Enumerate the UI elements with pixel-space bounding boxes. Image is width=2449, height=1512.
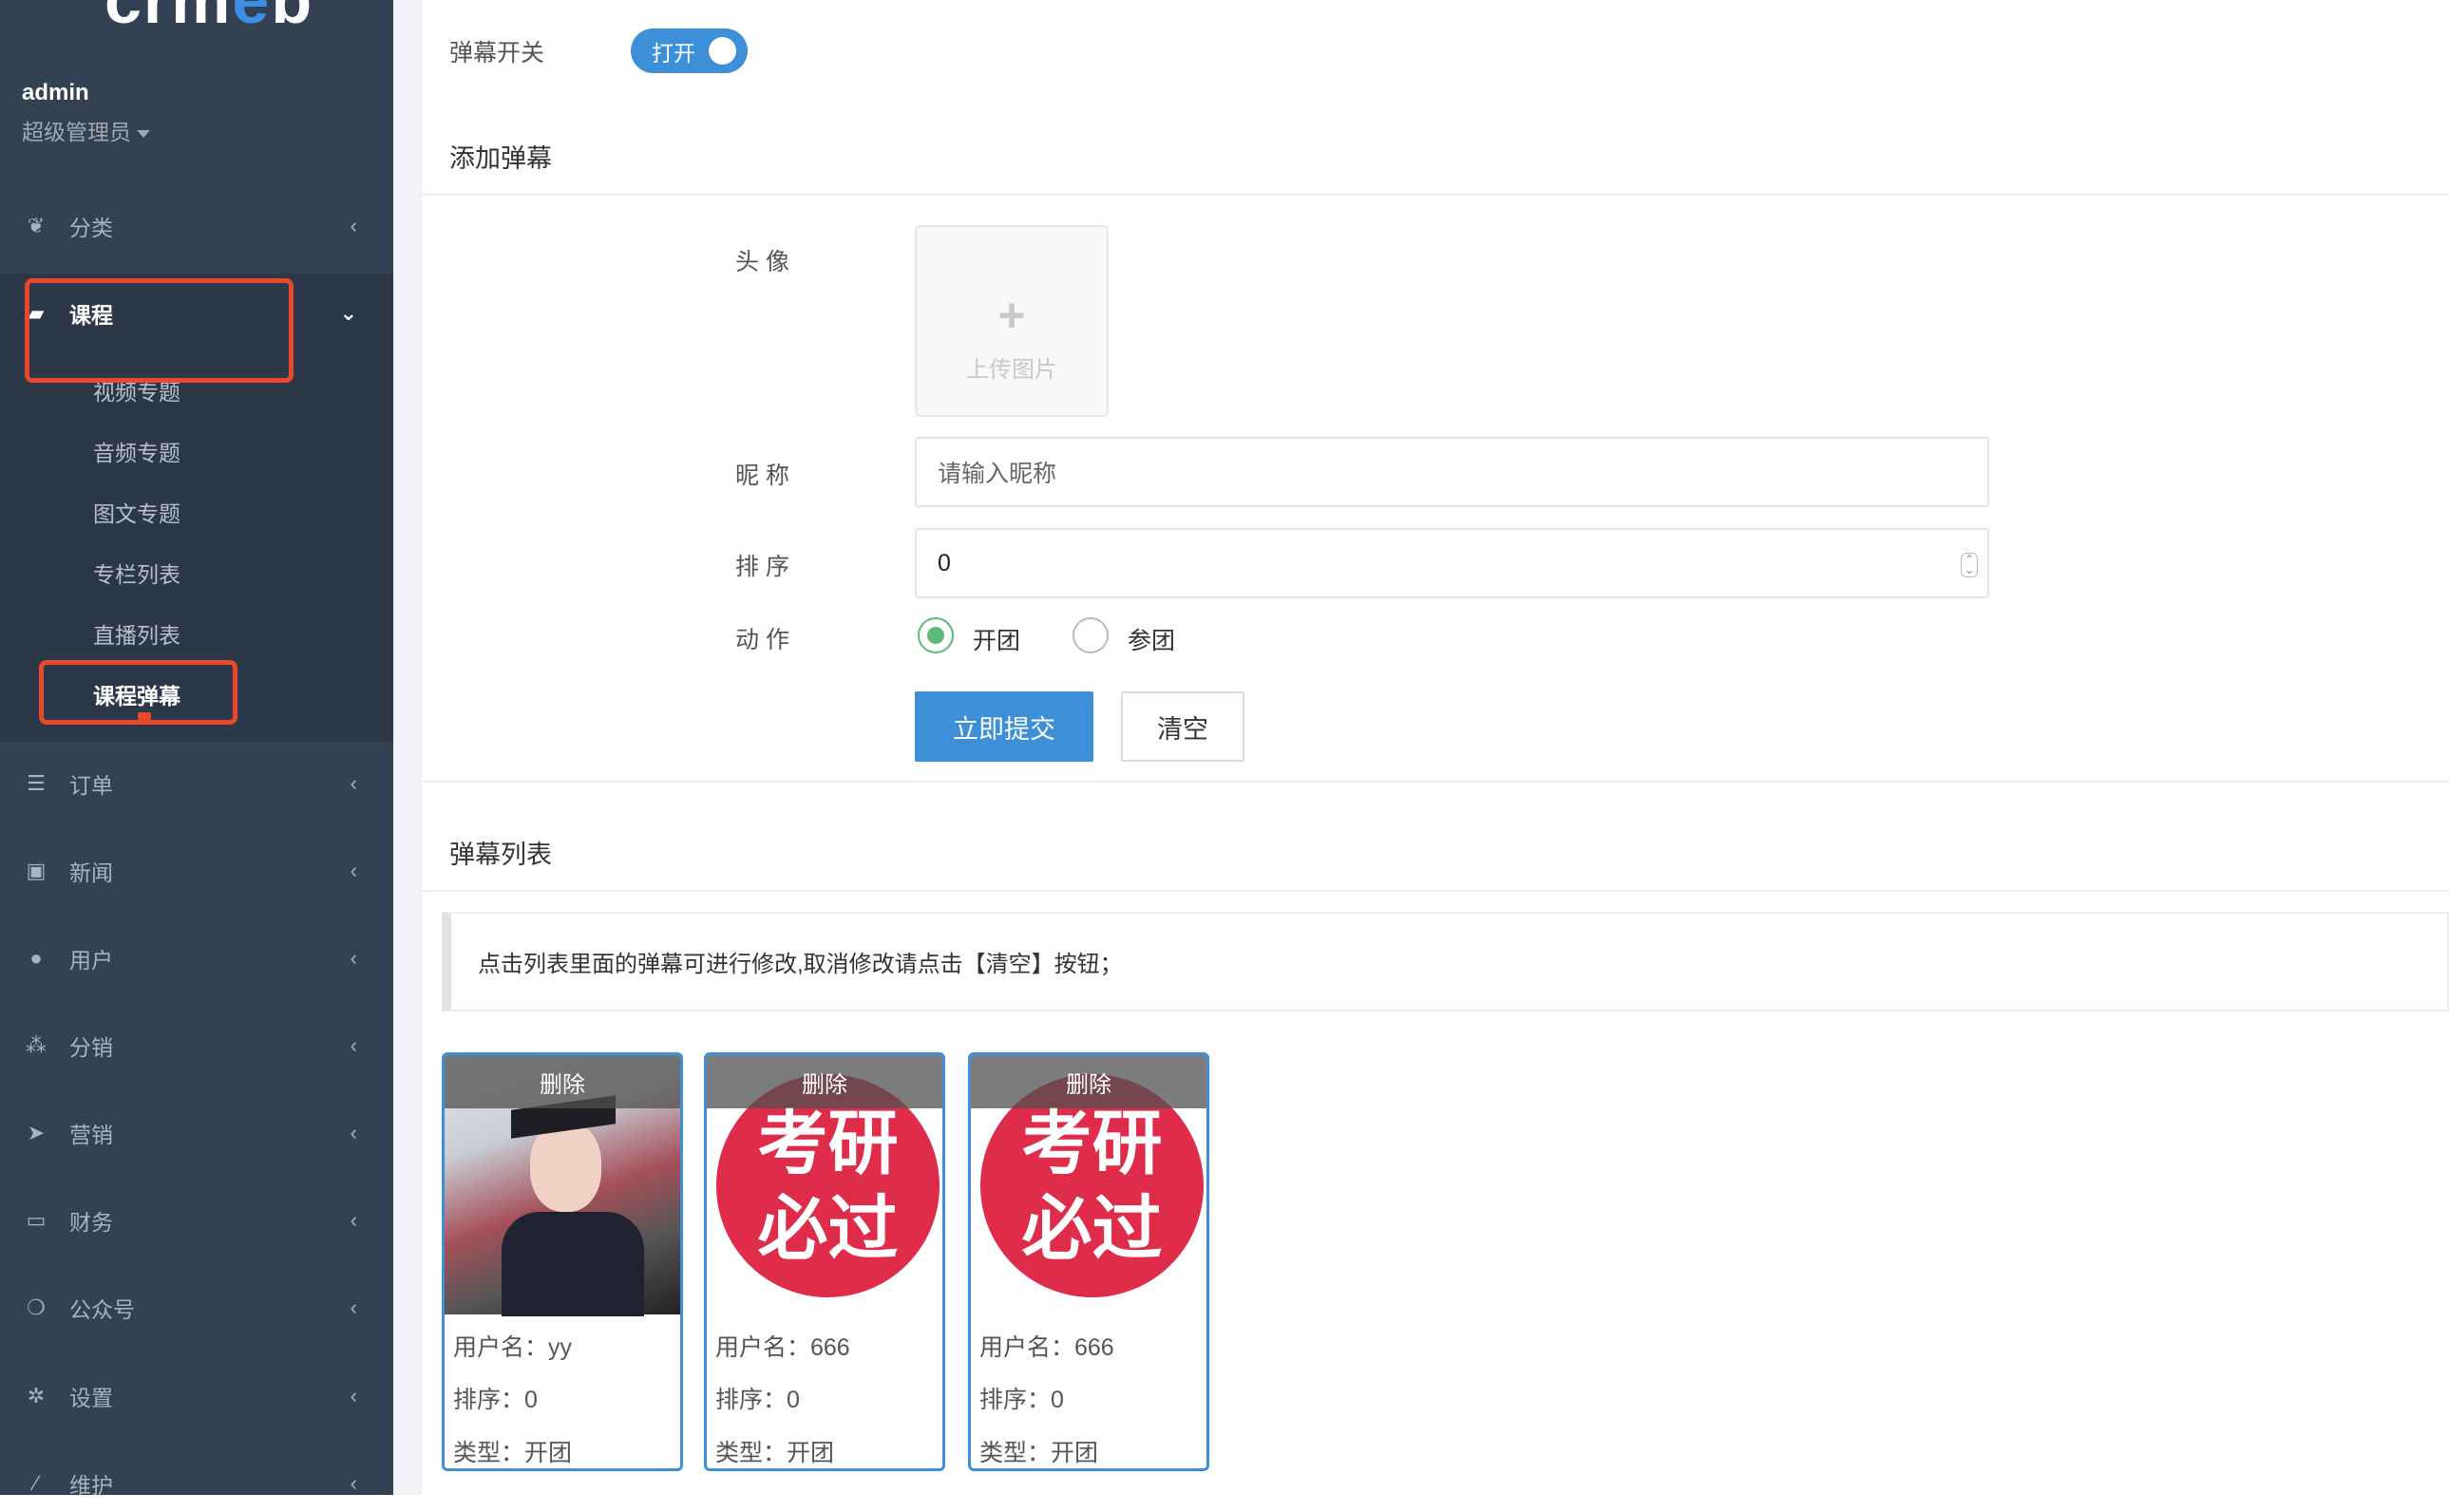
sidebar-item-news[interactable]: ▣ 新闻 ‹ <box>0 842 393 899</box>
sidebar-item-marketing[interactable]: ➤ 营销 ‹ <box>0 1105 393 1162</box>
sidebar-item-settings[interactable]: ✲ 设置 ‹ <box>0 1368 393 1425</box>
money-icon: ▭ <box>26 1208 47 1232</box>
highlight-marker <box>138 712 151 720</box>
card-username: 用户名：666 <box>715 1334 850 1361</box>
sidebar: crmeb admin 超级管理员 ❦ 分类 ‹ ▰ 课程 ⌄ 视频专题 音频专题 图文… <box>0 0 393 1498</box>
chevron-left-icon: ‹ <box>350 1121 357 1144</box>
chevron-left-icon: ‹ <box>350 946 357 970</box>
sidebar-item-finance[interactable]: ▭ 财务 ‹ <box>0 1192 393 1249</box>
list-icon: ☰ <box>27 771 46 795</box>
plus-icon: + <box>997 289 1026 342</box>
content-gutter <box>393 0 422 1495</box>
card-type: 类型：开团 <box>715 1440 835 1466</box>
upload-text: 上传图片 <box>966 357 1057 383</box>
danmaku-card[interactable]: 删除 用户名：yy 排序：0 类型：开团 <box>442 1052 683 1471</box>
avatar-label: 头 像 <box>735 249 789 275</box>
chevron-left-icon: ‹ <box>350 859 357 882</box>
sidebar-item-maintenance[interactable]: ⁄ 维护 ‹ <box>0 1455 393 1512</box>
sidebar-item-wechat[interactable]: ❍ 公众号 ‹ <box>0 1279 393 1336</box>
sort-input[interactable]: 0 ⌃ ⌄ <box>915 528 1989 598</box>
submenu-column-list[interactable]: 专栏列表 <box>93 557 180 589</box>
chevron-left-icon: ‹ <box>350 1384 357 1408</box>
user-role-dropdown[interactable]: 超级管理员 <box>22 114 150 146</box>
card-sort: 排序：0 <box>453 1387 538 1413</box>
chevron-left-icon: ‹ <box>350 214 357 237</box>
delete-button[interactable]: 删除 <box>445 1055 680 1108</box>
gear-icon: ✲ <box>27 1384 46 1408</box>
wechat-icon: ❍ <box>27 1295 46 1319</box>
delete-button[interactable]: 删除 <box>707 1055 942 1108</box>
card-username: 用户名：666 <box>979 1334 1114 1361</box>
danmaku-list-title: 弹幕列表 <box>449 841 552 869</box>
user-name: admin <box>22 80 89 105</box>
users-icon: ⁂ <box>26 1033 47 1057</box>
danmaku-switch-label: 弹幕开关 <box>449 40 545 66</box>
divider <box>422 890 2449 892</box>
upload-image-button[interactable]: + 上传图片 <box>915 225 1109 417</box>
chevron-left-icon: ‹ <box>350 771 357 795</box>
danmaku-card[interactable]: 考研 必过 删除 用户名：666 排序：0 类型：开团 <box>704 1052 945 1471</box>
leaf-icon: ❦ <box>27 214 46 237</box>
submit-button[interactable]: 立即提交 <box>915 691 1093 762</box>
toggle-knob <box>709 37 736 65</box>
card-username: 用户名：yy <box>453 1334 573 1361</box>
danmaku-switch-toggle[interactable]: 打开 <box>631 28 748 73</box>
submenu-live-list[interactable]: 直播列表 <box>93 617 180 650</box>
divider <box>422 194 2449 196</box>
submenu-article-topic[interactable]: 图文专题 <box>93 496 180 528</box>
submenu-audio-topic[interactable]: 音频专题 <box>93 435 180 467</box>
logo: crmeb <box>104 0 314 37</box>
chevron-left-icon: ‹ <box>350 1033 357 1057</box>
caret-down-icon <box>137 129 150 138</box>
action-label: 动 作 <box>735 627 789 653</box>
chevron-down-icon: ⌄ <box>339 301 357 325</box>
card-sort: 排序：0 <box>979 1387 1064 1413</box>
number-spinner-icon[interactable]: ⌃ ⌄ <box>1960 553 1978 577</box>
paper-plane-icon: ➤ <box>27 1121 46 1144</box>
divider <box>422 781 2449 783</box>
sidebar-item-users[interactable]: ● 用户 ‹ <box>0 930 393 987</box>
card-type: 类型：开团 <box>979 1440 1099 1466</box>
sidebar-item-category[interactable]: ❦ 分类 ‹ <box>0 198 393 255</box>
sidebar-item-orders[interactable]: ☰ 订单 ‹ <box>0 755 393 812</box>
nickname-label: 昵 称 <box>735 463 789 489</box>
tip-box: 点击列表里面的弹幕可进行修改,取消修改请点击【清空】按钮； <box>442 912 2449 1011</box>
add-danmaku-title: 添加弹幕 <box>449 144 552 173</box>
user-icon: ● <box>29 946 43 970</box>
chevron-left-icon: ‹ <box>350 1295 357 1319</box>
chevron-left-icon: ‹ <box>350 1471 357 1495</box>
danmaku-card[interactable]: 考研 必过 删除 用户名：666 排序：0 类型：开团 <box>968 1052 1209 1471</box>
sort-label: 排 序 <box>735 554 789 580</box>
radio-join-group[interactable] <box>1073 617 1109 653</box>
radio-open-group[interactable] <box>918 617 954 653</box>
radio-open-group-label: 开团 <box>973 628 1021 654</box>
sidebar-item-distribution[interactable]: ⁂ 分销 ‹ <box>0 1017 393 1074</box>
chevron-left-icon: ‹ <box>350 1208 357 1232</box>
nickname-input[interactable]: 请输入昵称 <box>915 437 1989 507</box>
card-type: 类型：开团 <box>453 1440 573 1466</box>
delete-button[interactable]: 删除 <box>971 1055 1206 1108</box>
radio-join-group-label: 参团 <box>1128 628 1176 654</box>
clear-button[interactable]: 清空 <box>1121 691 1244 762</box>
card-sort: 排序：0 <box>715 1387 800 1413</box>
highlight-box-course <box>25 278 294 383</box>
image-icon: ▣ <box>26 859 47 882</box>
magic-wand-icon: ⁄ <box>34 1471 38 1495</box>
